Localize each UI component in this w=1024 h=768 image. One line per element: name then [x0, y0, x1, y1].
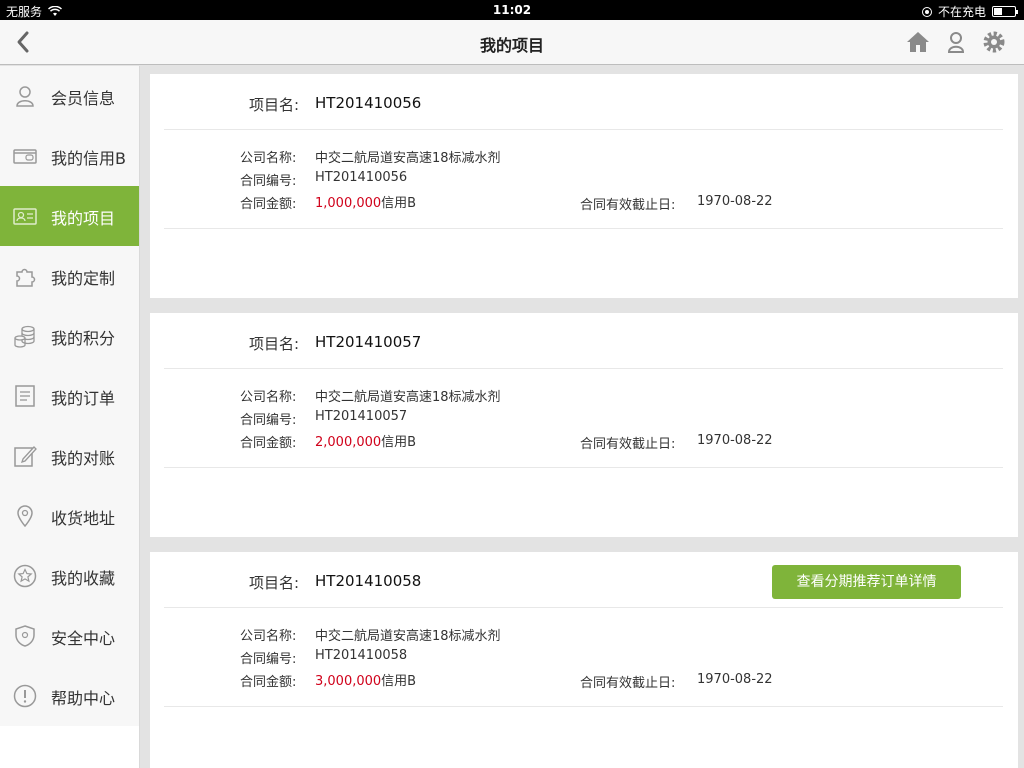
- amount-label: 合同金额:: [240, 675, 297, 690]
- sidebar-item-label: 收货地址: [51, 509, 116, 528]
- puzzle-icon: [16, 268, 36, 287]
- company-label: 公司名称:: [240, 629, 297, 644]
- sidebar-item-label: 我的定制: [51, 269, 116, 288]
- page-title: 我的项目: [479, 36, 544, 55]
- sidebar: 会员信息 我的信用B 我的项目 我的定制 我的积分 我的订单 我的对账 收货地址…: [0, 66, 140, 768]
- wallet-icon: [13, 149, 37, 164]
- view-installment-orders-button[interactable]: 查看分期推荐订单详情: [772, 565, 961, 599]
- sidebar-item-label: 我的对账: [51, 449, 116, 468]
- nav-bar: 我的项目: [0, 20, 1024, 65]
- edit-icon: [14, 446, 37, 467]
- sidebar-item-label: 我的订单: [51, 389, 116, 408]
- status-time: 11:02: [492, 3, 532, 17]
- profile-button[interactable]: [944, 30, 968, 54]
- company-value: 中交二航局道安高速18标减水剂: [315, 629, 501, 644]
- contract-no-value: HT201410058: [315, 648, 408, 663]
- sidebar-item-label: 我的积分: [51, 329, 116, 348]
- nav-actions: [906, 30, 1006, 54]
- user-icon: [947, 32, 965, 53]
- amount-label: 合同金额:: [240, 436, 297, 451]
- sidebar-item-credit[interactable]: 我的信用B: [0, 126, 139, 186]
- sidebar-item-label: 我的收藏: [51, 569, 116, 588]
- expiry-value: 1970-08-22: [697, 433, 773, 448]
- project-card: 项目名: HT201410058 查看分期推荐订单详情 公司名称: 中交二航局道…: [150, 552, 1018, 768]
- order-list-icon: [15, 385, 35, 407]
- divider: [164, 607, 1003, 608]
- star-icon: [13, 564, 37, 588]
- expiry-value: 1970-08-22: [697, 672, 773, 687]
- sidebar-item-label: 安全中心: [51, 629, 116, 648]
- amount-label: 合同金额:: [240, 197, 297, 212]
- divider: [164, 228, 1003, 229]
- user-icon: [16, 86, 34, 107]
- amount-number: 2,000,000: [315, 435, 382, 450]
- amount-currency: 信用B: [381, 435, 417, 450]
- expiry-label: 合同有效截止日:: [580, 198, 676, 213]
- status-bar: 无服务 11:02 不在充电: [0, 0, 1024, 20]
- amount-value: 3,000,000信用B: [315, 670, 416, 689]
- company-label: 公司名称:: [240, 390, 297, 405]
- sidebar-item-reconcile[interactable]: 我的对账: [0, 426, 139, 486]
- project-card: 项目名: HT201410057 公司名称: 中交二航局道安高速18标减水剂 合…: [150, 313, 1018, 537]
- orientation-lock-icon: [921, 6, 932, 17]
- project-name-value: HT201410056: [315, 94, 422, 112]
- project-name-value: HT201410058: [315, 572, 422, 590]
- sidebar-item-projects[interactable]: 我的项目: [0, 186, 139, 246]
- divider: [164, 129, 1003, 130]
- project-name-label: 项目名:: [249, 96, 300, 114]
- company-label: 公司名称:: [240, 151, 297, 166]
- amount-value: 1,000,000信用B: [315, 192, 416, 211]
- sidebar-item-help[interactable]: 帮助中心: [0, 666, 139, 726]
- project-name-label: 项目名:: [249, 574, 300, 592]
- id-card-icon: [13, 208, 37, 225]
- contract-no-label: 合同编号:: [240, 174, 297, 189]
- status-right: 不在充电: [921, 3, 1018, 20]
- home-icon: [907, 32, 929, 52]
- sidebar-item-label: 会员信息: [51, 89, 116, 108]
- home-button[interactable]: [906, 30, 930, 54]
- project-list: 项目名: HT201410056 公司名称: 中交二航局道安高速18标减水剂 合…: [150, 74, 1018, 768]
- contract-no-value: HT201410057: [315, 409, 408, 424]
- project-card: 项目名: HT201410056 公司名称: 中交二航局道安高速18标减水剂 合…: [150, 74, 1018, 298]
- settings-button[interactable]: [982, 30, 1006, 54]
- battery-icon: [992, 6, 1018, 17]
- coins-icon: [14, 325, 35, 348]
- info-icon: [13, 684, 37, 708]
- sidebar-item-security[interactable]: 安全中心: [0, 606, 139, 666]
- divider: [164, 706, 1003, 707]
- amount-currency: 信用B: [381, 674, 417, 689]
- sidebar-item-label: 我的项目: [51, 209, 116, 228]
- location-pin-icon: [17, 505, 33, 528]
- divider: [164, 467, 1003, 468]
- contract-no-label: 合同编号:: [240, 652, 297, 667]
- amount-number: 3,000,000: [315, 674, 382, 689]
- contract-no-label: 合同编号:: [240, 413, 297, 428]
- expiry-label: 合同有效截止日:: [580, 676, 676, 691]
- project-name-value: HT201410057: [315, 333, 422, 351]
- expiry-label: 合同有效截止日:: [580, 437, 676, 452]
- company-value: 中交二航局道安高速18标减水剂: [315, 390, 501, 405]
- sidebar-item-address[interactable]: 收货地址: [0, 486, 139, 546]
- gear-icon: [983, 31, 1005, 53]
- company-value: 中交二航局道安高速18标减水剂: [315, 151, 501, 166]
- sidebar-item-custom[interactable]: 我的定制: [0, 246, 139, 306]
- sidebar-item-member-info[interactable]: 会员信息: [0, 66, 139, 126]
- divider: [164, 368, 1003, 369]
- amount-currency: 信用B: [381, 196, 417, 211]
- contract-no-value: HT201410056: [315, 170, 408, 185]
- sidebar-item-label: 帮助中心: [51, 689, 116, 708]
- expiry-value: 1970-08-22: [697, 194, 773, 209]
- shield-icon: [15, 625, 35, 647]
- sidebar-item-points[interactable]: 我的积分: [0, 306, 139, 366]
- sidebar-item-orders[interactable]: 我的订单: [0, 366, 139, 426]
- amount-number: 1,000,000: [315, 196, 382, 211]
- charging-text: 不在充电: [937, 5, 986, 19]
- sidebar-filler: [0, 726, 139, 768]
- project-name-label: 项目名:: [249, 335, 300, 353]
- amount-value: 2,000,000信用B: [315, 431, 416, 450]
- sidebar-item-favorites[interactable]: 我的收藏: [0, 546, 139, 606]
- sidebar-item-label: 我的信用B: [51, 149, 126, 168]
